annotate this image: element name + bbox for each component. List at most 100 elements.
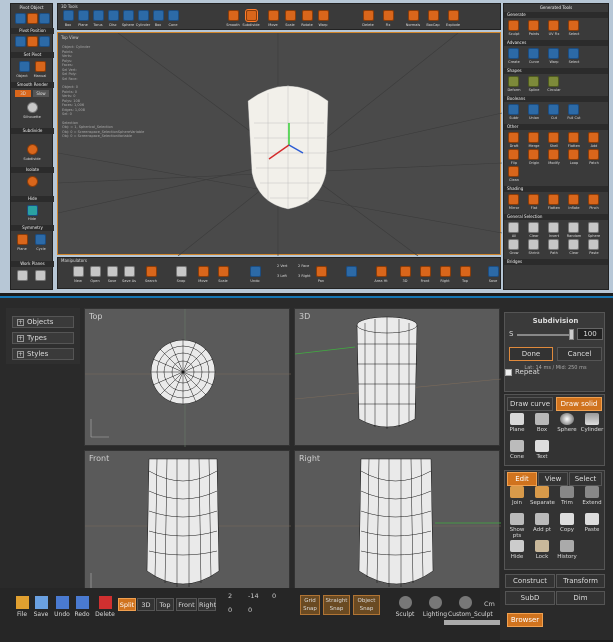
construct-tab[interactable]: Construct	[505, 574, 555, 588]
grid-snap-toggle[interactable]: Grid Snap	[300, 595, 320, 615]
right-tool-circular-button[interactable]	[548, 76, 559, 87]
tooth-model[interactable]	[247, 85, 329, 210]
edit-history-tool[interactable]: History	[555, 540, 579, 566]
toolbar-rotate-button[interactable]	[302, 10, 313, 21]
hide-button[interactable]	[27, 205, 38, 216]
work-plane-set-button[interactable]	[35, 270, 46, 281]
coord-value[interactable]: 2	[228, 592, 232, 600]
shape-box-tool[interactable]: Box	[530, 413, 554, 439]
right-tool-modify-button[interactable]	[548, 149, 559, 160]
pivot-center-button[interactable]	[27, 13, 38, 24]
save-button[interactable]: Save	[31, 596, 51, 618]
right-tool-draft-button[interactable]	[508, 132, 519, 143]
right-tool-sculpt-button[interactable]	[508, 20, 519, 31]
edit-add-pt-tool[interactable]: Add pt	[530, 513, 554, 539]
toolbar-box-button[interactable]	[63, 10, 74, 21]
manip-right-button[interactable]	[440, 266, 451, 277]
undo-button[interactable]: Undo	[52, 596, 72, 618]
shape-cone-tool[interactable]: Cone	[505, 440, 529, 466]
manip-pan-button[interactable]	[316, 266, 327, 277]
subd-tab[interactable]: SubD	[505, 591, 555, 605]
right-tool-spline-button[interactable]	[528, 76, 539, 87]
symmetry-create-button[interactable]	[35, 234, 46, 245]
coord-value[interactable]: 0	[272, 592, 276, 600]
manip-top-button[interactable]	[460, 266, 471, 277]
subdivide-button[interactable]	[27, 144, 38, 155]
right-view[interactable]: Right	[294, 450, 501, 600]
right-tool-flat-button[interactable]	[528, 194, 539, 205]
edit-join-tool[interactable]: Join	[505, 486, 529, 512]
right-tool-union-button[interactable]	[528, 104, 539, 115]
browser-button[interactable]: Browser	[507, 613, 543, 627]
shape-cylinder-tool[interactable]: Cylinder	[580, 413, 604, 439]
right-tool-invert-button[interactable]	[548, 222, 559, 233]
edit-lock-tool[interactable]: Lock	[530, 540, 554, 566]
edit-hide-tool[interactable]: Hide	[505, 540, 529, 566]
toolbar-smooth-button[interactable]	[228, 10, 239, 21]
right-tool-clear-button[interactable]	[568, 239, 579, 250]
units-label[interactable]: Cm	[484, 600, 495, 608]
right-tool-grow-button[interactable]	[508, 239, 519, 250]
manip-open-button[interactable]	[90, 266, 101, 277]
top-view[interactable]: Top	[84, 308, 291, 447]
tree-objects[interactable]: + Objects	[12, 316, 74, 328]
toolbar-boxcap-button[interactable]	[428, 10, 439, 21]
done-button[interactable]: Done	[509, 347, 553, 361]
right-tool-flip-button[interactable]	[508, 149, 519, 160]
coord-value[interactable]: 0	[248, 606, 252, 614]
toolbar-warp-button[interactable]	[318, 10, 329, 21]
right-tool-create-button[interactable]	[508, 48, 519, 59]
view-layout-option[interactable]: 2 Vert	[277, 264, 287, 268]
tree-styles[interactable]: + Styles	[12, 348, 74, 360]
scene-lighting-button[interactable]: Lighting	[418, 596, 452, 618]
right-tool-origin-button[interactable]	[528, 149, 539, 160]
select-tab[interactable]: Select	[569, 472, 602, 486]
right-tool-merge-button[interactable]	[528, 132, 539, 143]
right-tool-select-button[interactable]	[568, 20, 579, 31]
manip-search-button[interactable]	[146, 266, 157, 277]
toolbar-sphere-button[interactable]	[123, 10, 134, 21]
right-tool-deform-button[interactable]	[508, 76, 519, 87]
smooth-slow-toggle[interactable]: Slow	[33, 90, 49, 97]
view-layout-option[interactable]: 2 Face	[298, 264, 309, 268]
view-mode-right[interactable]: Right	[198, 598, 216, 611]
straight-snap-toggle[interactable]: Straight Snap	[323, 595, 350, 615]
work-plane-reset-button[interactable]	[17, 270, 28, 281]
right-tool-cut-button[interactable]	[548, 104, 559, 115]
subdivision-slider-thumb[interactable]	[569, 329, 574, 340]
coord-value[interactable]: -14	[248, 592, 259, 600]
edit-copy-tool[interactable]: Copy	[555, 513, 579, 539]
toolbar-normals-button[interactable]	[408, 10, 419, 21]
view-mode-3d[interactable]: 3D	[137, 598, 155, 611]
edit-separate-tool[interactable]: Separate	[530, 486, 555, 512]
toolbar-disc-button[interactable]	[108, 10, 119, 21]
horizontal-scrollbar[interactable]	[444, 620, 500, 625]
toolbar-delete-button[interactable]	[363, 10, 374, 21]
manip-save-button[interactable]	[107, 266, 118, 277]
front-view[interactable]: Front	[84, 450, 291, 600]
right-tool-mirror-button[interactable]	[508, 194, 519, 205]
edit-tab[interactable]: Edit	[507, 472, 537, 486]
pivot-cursor-button[interactable]	[27, 36, 38, 47]
toolbar-cone-button[interactable]	[168, 10, 179, 21]
right-tool-clean-button[interactable]	[508, 166, 519, 177]
draw-solid-tab[interactable]: Draw solid	[556, 397, 602, 411]
right-tool-sphere-button[interactable]	[588, 222, 599, 233]
edit-paste-tool[interactable]: Paste	[580, 513, 604, 539]
coord-value[interactable]: 0	[228, 606, 232, 614]
view-mode-top[interactable]: Top	[156, 598, 174, 611]
right-tool-clear-button[interactable]	[528, 222, 539, 233]
object-snap-toggle[interactable]: Object Snap	[353, 595, 380, 615]
right-tool-path-button[interactable]	[548, 239, 559, 250]
pivot-position-ori-button[interactable]	[39, 36, 50, 47]
manip-save-button[interactable]	[488, 266, 499, 277]
toolbar-plane-button[interactable]	[78, 10, 89, 21]
cancel-button[interactable]: Cancel	[557, 347, 602, 361]
right-tool-patch-button[interactable]	[588, 149, 599, 160]
pivot-scene-button[interactable]	[15, 36, 26, 47]
manip-snap-button[interactable]	[176, 266, 187, 277]
right-tool-subtr-button[interactable]	[508, 104, 519, 115]
shape-plane-tool[interactable]: Plane	[505, 413, 529, 439]
scene-custom_sculpt-button[interactable]: Custom_Sculpt	[448, 596, 493, 618]
manip-move-button[interactable]	[198, 266, 209, 277]
